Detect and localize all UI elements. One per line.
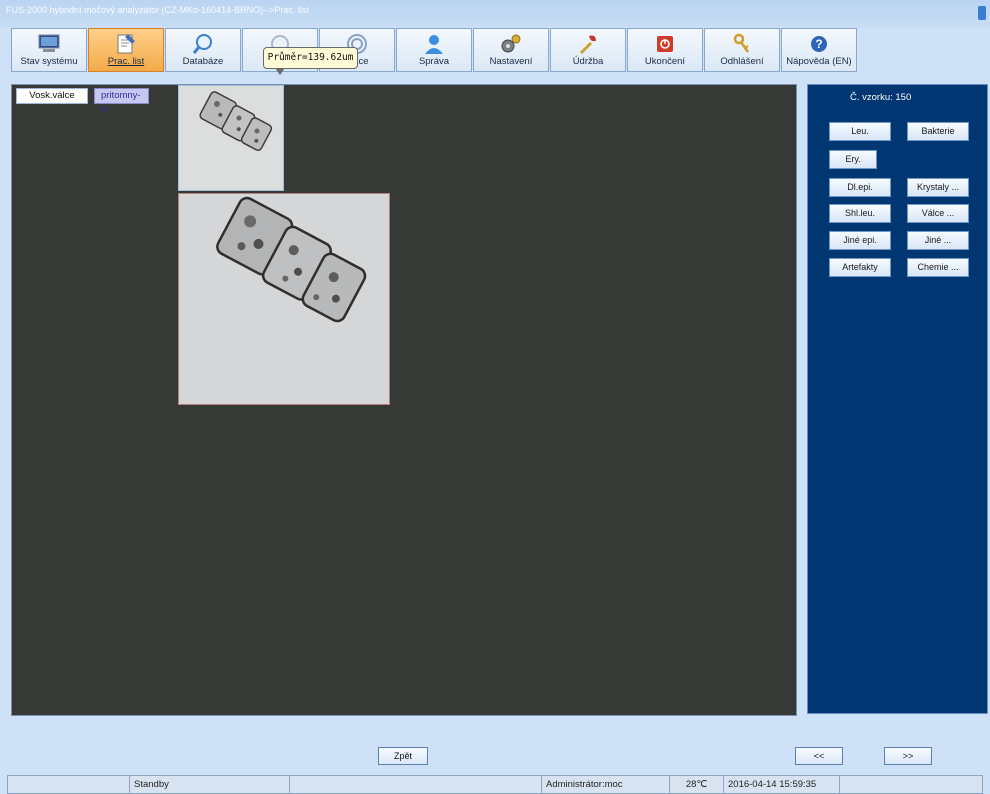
previous-button[interactable]: <<: [795, 747, 843, 765]
class-button-jine[interactable]: Jiné ...: [907, 231, 969, 250]
back-button[interactable]: Zpět: [378, 747, 428, 765]
window-control-icon[interactable]: [978, 6, 986, 20]
worksheet-icon: [114, 32, 138, 56]
class-button-bakterie[interactable]: Bakterie: [907, 122, 969, 141]
status-label[interactable]: pritomny-V: [94, 88, 149, 115]
main-toolbar: Stav systému Prac. list Databáze race Sp…: [11, 28, 857, 72]
toolbar-button-help[interactable]: ? Nápověda (EN): [781, 28, 857, 72]
classification-panel: Č. vzorku: 150 Leu. Bakterie Ery. Dl.epi…: [807, 84, 988, 714]
gears-icon: [499, 32, 523, 56]
class-button-valce[interactable]: Válce ...: [907, 204, 969, 223]
class-button-jine-epi[interactable]: Jiné epi.: [829, 231, 891, 250]
class-button-leu[interactable]: Leu.: [829, 122, 891, 141]
sample-number: Č. vzorku: 150: [850, 92, 912, 103]
power-icon: [653, 32, 677, 56]
particle-enlarged-image[interactable]: [178, 193, 390, 405]
user-icon: [422, 32, 446, 56]
magnifier-icon: [191, 32, 215, 56]
status-bar: Standby Administrátor:moc 28℃ 2016-04-14…: [7, 775, 983, 794]
toolbar-button-database[interactable]: Databáze: [165, 28, 241, 72]
title-bar: FUS-2000 hybridní močový analyzátor (CZ-…: [0, 0, 990, 28]
diameter-tooltip: Průměr=139.62um: [263, 47, 358, 69]
toolbar-button-logout[interactable]: Odhlášení: [704, 28, 780, 72]
keys-icon: [730, 32, 754, 56]
status-user: Administrátor:moc: [541, 775, 669, 794]
waxy-cast-thumbnail-image: [179, 86, 283, 190]
status-cell-empty-middle: [289, 775, 541, 794]
svg-text:?: ?: [815, 37, 822, 51]
tooltip-tail: [275, 68, 285, 75]
toolbar-button-shutdown[interactable]: Ukončení: [627, 28, 703, 72]
window-title: FUS-2000 hybridní močový analyzátor (CZ-…: [6, 5, 309, 15]
status-datetime: 2016-04-14 15:59:35: [723, 775, 839, 794]
class-button-dl-epi[interactable]: Dl.epi.: [829, 178, 891, 197]
tools-icon: [576, 32, 600, 56]
help-icon: ?: [807, 32, 831, 56]
status-cell-empty-right: [839, 775, 983, 794]
toolbar-button-management[interactable]: Správa: [396, 28, 472, 72]
class-button-ery[interactable]: Ery.: [829, 150, 877, 169]
class-button-chemie[interactable]: Chemie ...: [907, 258, 969, 277]
class-button-shl-leu[interactable]: Shl.leu.: [829, 204, 891, 223]
monitor-icon: [37, 32, 61, 56]
status-cell-empty-left: [7, 775, 129, 794]
particle-thumbnail[interactable]: [178, 85, 284, 191]
toolbar-button-system-status[interactable]: Stav systému: [11, 28, 87, 72]
next-button[interactable]: >>: [884, 747, 932, 765]
class-button-artefakty[interactable]: Artefakty: [829, 258, 891, 277]
class-button-krystaly[interactable]: Krystaly ...: [907, 178, 969, 197]
toolbar-button-worksheet[interactable]: Prac. list: [88, 28, 164, 72]
status-temperature: 28℃: [669, 775, 723, 794]
toolbar-button-maintenance[interactable]: Údržba: [550, 28, 626, 72]
status-state: Standby: [129, 775, 289, 794]
category-label[interactable]: Vosk.válce: [16, 88, 88, 104]
image-view-panel[interactable]: Vosk.válce pritomny-V: [11, 84, 797, 716]
waxy-cast-enlarged-image: [179, 194, 389, 404]
toolbar-button-settings[interactable]: Nastavení: [473, 28, 549, 72]
